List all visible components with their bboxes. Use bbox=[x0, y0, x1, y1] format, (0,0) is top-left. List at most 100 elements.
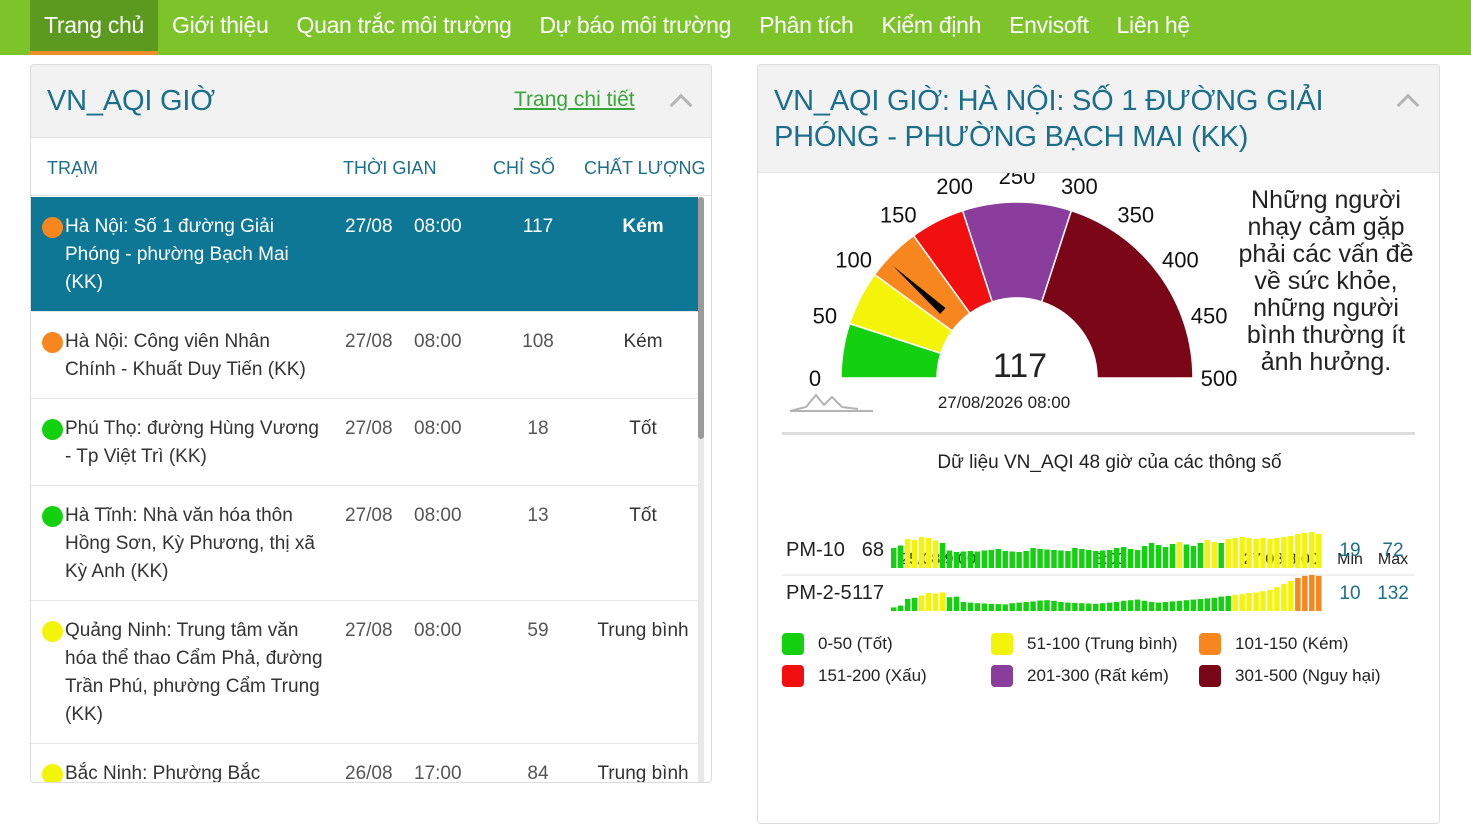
history-bar[interactable] bbox=[897, 605, 904, 611]
history-bar[interactable] bbox=[1113, 602, 1120, 611]
history-bar[interactable] bbox=[1120, 600, 1127, 611]
history-bar[interactable] bbox=[1162, 602, 1169, 611]
history-bar[interactable] bbox=[1176, 542, 1183, 568]
history-bar[interactable] bbox=[1120, 547, 1127, 568]
nav-forecast[interactable]: Dự báo môi trường bbox=[525, 0, 745, 51]
table-row[interactable]: Hà Tĩnh: Nhà văn hóa thôn Hồng Sơn, Kỳ P… bbox=[31, 486, 701, 601]
history-bar[interactable] bbox=[1169, 544, 1176, 568]
table-row[interactable]: Hà Nội: Công viên Nhân Chính - Khuất Duy… bbox=[31, 312, 701, 399]
nav-envisoft[interactable]: Envisoft bbox=[995, 0, 1102, 51]
history-bar[interactable] bbox=[1030, 548, 1036, 568]
detail-link[interactable]: Trang chi tiết bbox=[514, 88, 635, 112]
history-bar[interactable] bbox=[1309, 532, 1315, 568]
history-bar[interactable] bbox=[1232, 594, 1238, 611]
history-bar[interactable] bbox=[1002, 604, 1008, 611]
history-bar[interactable] bbox=[1086, 603, 1092, 612]
history-bar[interactable] bbox=[1197, 599, 1204, 611]
history-bar[interactable] bbox=[1190, 599, 1197, 611]
history-bar[interactable] bbox=[1302, 533, 1308, 568]
collapse-chevron-icon[interactable] bbox=[669, 93, 693, 117]
history-bar[interactable] bbox=[1274, 538, 1280, 568]
history-bar[interactable] bbox=[1072, 548, 1078, 568]
history-bar[interactable] bbox=[1044, 549, 1050, 569]
history-bar[interactable] bbox=[1183, 544, 1190, 569]
history-bar[interactable] bbox=[1246, 538, 1252, 568]
history-bar[interactable] bbox=[1281, 584, 1287, 611]
history-bar[interactable] bbox=[1030, 601, 1036, 611]
history-bar[interactable] bbox=[925, 538, 932, 568]
history-bar[interactable] bbox=[939, 592, 946, 611]
history-bar[interactable] bbox=[1009, 603, 1015, 611]
history-bar[interactable] bbox=[995, 549, 1001, 568]
history-bar[interactable] bbox=[911, 597, 918, 611]
trend-icon[interactable] bbox=[789, 393, 859, 412]
history-bar[interactable] bbox=[953, 552, 960, 568]
history-bar[interactable] bbox=[1058, 602, 1064, 611]
history-bar[interactable] bbox=[1155, 545, 1162, 568]
nav-home[interactable]: Trang chủ bbox=[30, 0, 159, 55]
history-bar[interactable] bbox=[1148, 602, 1155, 611]
nav-contact[interactable]: Liên hệ bbox=[1103, 0, 1204, 51]
history-bar[interactable] bbox=[1316, 575, 1322, 611]
history-bar[interactable] bbox=[932, 593, 939, 611]
history-bar[interactable] bbox=[1260, 538, 1266, 568]
history-bar[interactable] bbox=[1107, 602, 1113, 611]
history-bar[interactable] bbox=[1134, 550, 1141, 568]
history-bar[interactable] bbox=[1148, 543, 1155, 568]
history-bar[interactable] bbox=[1183, 600, 1190, 611]
history-bar[interactable] bbox=[1225, 539, 1231, 568]
history-bar[interactable] bbox=[1100, 550, 1106, 569]
history-bar[interactable] bbox=[981, 603, 988, 612]
history-bar[interactable] bbox=[1002, 551, 1008, 568]
history-bar[interactable] bbox=[1218, 543, 1224, 568]
history-bar[interactable] bbox=[974, 551, 981, 569]
table-row[interactable]: Phú Thọ: đường Hùng Vương - Tp Việt Trì … bbox=[31, 399, 701, 486]
history-bar[interactable] bbox=[1218, 596, 1224, 611]
history-bar[interactable] bbox=[1141, 546, 1148, 568]
history-bar[interactable] bbox=[1239, 537, 1245, 568]
history-bar[interactable] bbox=[1065, 551, 1071, 568]
history-bar[interactable] bbox=[891, 548, 897, 568]
history-bar[interactable] bbox=[1316, 534, 1322, 568]
history-bar[interactable] bbox=[995, 604, 1001, 611]
history-bar[interactable] bbox=[1211, 542, 1217, 568]
history-bar[interactable] bbox=[932, 540, 939, 569]
history-bar[interactable] bbox=[1023, 551, 1029, 568]
history-bar[interactable] bbox=[1037, 600, 1043, 612]
history-bar[interactable] bbox=[1155, 602, 1162, 611]
history-bar[interactable] bbox=[1016, 602, 1022, 611]
history-bar[interactable] bbox=[988, 550, 995, 568]
history-bar[interactable] bbox=[1134, 599, 1141, 611]
history-bar[interactable] bbox=[988, 603, 995, 611]
history-bar[interactable] bbox=[953, 596, 960, 611]
history-bar[interactable] bbox=[1302, 575, 1308, 611]
history-bar[interactable] bbox=[1023, 602, 1029, 611]
collapse-chevron-icon[interactable] bbox=[1396, 93, 1420, 117]
history-bar[interactable] bbox=[918, 595, 925, 611]
history-bar[interactable] bbox=[1260, 591, 1266, 611]
history-bar[interactable] bbox=[960, 551, 967, 569]
history-bar[interactable] bbox=[1086, 550, 1092, 568]
column-station[interactable]: TRẠM bbox=[47, 158, 98, 179]
history-bar[interactable] bbox=[1072, 602, 1078, 611]
history-bar[interactable] bbox=[1288, 536, 1294, 568]
history-bar[interactable] bbox=[1253, 539, 1259, 568]
history-bar[interactable] bbox=[1239, 594, 1245, 611]
column-index[interactable]: CHỈ SỐ bbox=[493, 158, 555, 179]
history-bar[interactable] bbox=[1127, 600, 1134, 611]
history-bar[interactable] bbox=[1232, 538, 1238, 568]
history-bar[interactable] bbox=[981, 550, 988, 569]
history-bar[interactable] bbox=[946, 597, 953, 611]
history-bar[interactable] bbox=[1079, 549, 1085, 568]
history-bar[interactable] bbox=[1093, 603, 1099, 611]
history-bar[interactable] bbox=[911, 540, 918, 568]
history-bar[interactable] bbox=[1093, 551, 1099, 568]
history-bar[interactable] bbox=[974, 603, 981, 611]
history-bar[interactable] bbox=[1162, 547, 1169, 568]
table-row[interactable]: Quảng Ninh: Trung tâm văn hóa thể thao C… bbox=[31, 601, 701, 744]
history-bar[interactable] bbox=[1253, 592, 1259, 611]
table-row[interactable]: Bắc Ninh: Phường Bắc 26/08 17:00 84 Trung bì… bbox=[31, 744, 701, 782]
history-bar[interactable] bbox=[1100, 603, 1106, 611]
nav-about[interactable]: Giới thiệu bbox=[158, 0, 282, 51]
history-bar[interactable] bbox=[1113, 548, 1120, 568]
